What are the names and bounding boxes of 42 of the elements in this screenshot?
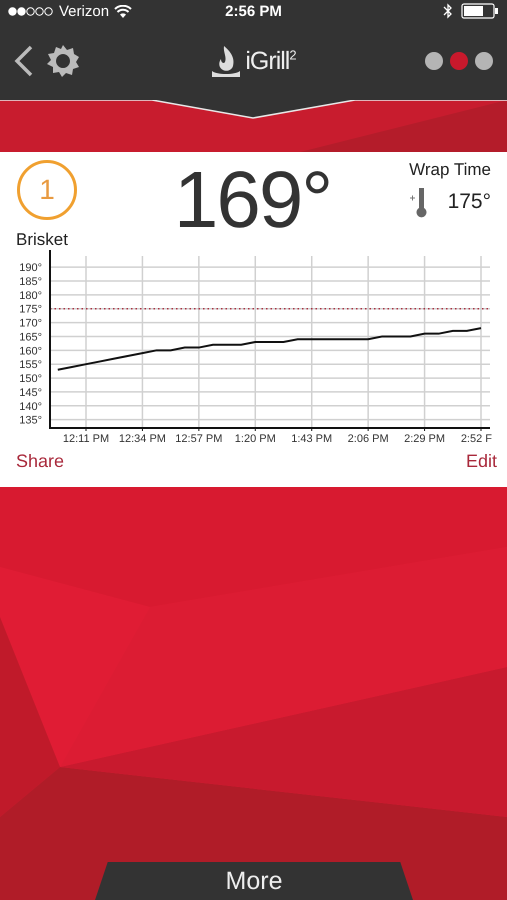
- probe-number: 1: [17, 160, 77, 220]
- clock-time: 2:56 PM: [225, 2, 282, 20]
- y-axis-label: 140°: [19, 400, 42, 413]
- edit-link[interactable]: Edit: [466, 451, 497, 472]
- alarm-label: Wrap Time: [409, 160, 491, 180]
- page-dot[interactable]: [450, 52, 468, 70]
- back-icon[interactable]: [14, 45, 34, 77]
- y-axis-label: 170°: [19, 318, 42, 330]
- thermometer-icon: [410, 186, 428, 218]
- gear-icon[interactable]: [46, 44, 80, 78]
- x-axis-label: 12:57 PM: [175, 433, 222, 445]
- x-axis-label: 2:52 F: [460, 433, 492, 445]
- alarm-temperature: 175°: [448, 190, 491, 214]
- flame-icon: [211, 44, 242, 78]
- carrier-name: Verizon: [59, 2, 110, 20]
- x-axis-label: 1:20 PM: [234, 433, 276, 445]
- x-axis-label: 2:29 PM: [404, 433, 446, 445]
- page-dot[interactable]: [475, 52, 493, 70]
- y-axis-label: 155°: [19, 359, 42, 372]
- y-axis-label: 190°: [19, 262, 42, 274]
- battery-icon: [461, 3, 499, 19]
- more-button[interactable]: More: [95, 862, 413, 900]
- x-axis-label: 2:06 PM: [348, 433, 389, 445]
- y-axis-label: 160°: [19, 345, 42, 358]
- y-axis-label: 150°: [19, 373, 42, 386]
- y-axis-label: 185°: [19, 276, 42, 288]
- x-axis-label: 12:11 PM: [62, 433, 110, 445]
- share-link[interactable]: Share: [16, 451, 64, 472]
- x-axis-label: 1:43 PM: [291, 433, 332, 445]
- y-axis-label: 180°: [19, 290, 42, 302]
- signal-icon: [8, 6, 54, 16]
- y-axis-label: 135°: [19, 414, 42, 427]
- app-title: iGrill$^{2}$: [245, 46, 296, 76]
- y-axis-label: 145°: [19, 386, 42, 399]
- y-axis-label: 165°: [19, 331, 42, 344]
- x-axis-label: 12:34 PM: [118, 433, 166, 445]
- current-temperature: 169°: [174, 155, 332, 244]
- page-dot[interactable]: [425, 52, 443, 70]
- bluetooth-icon: [443, 3, 453, 19]
- y-axis-label: 175°: [19, 304, 42, 316]
- wifi-icon: [114, 4, 132, 18]
- probe-name: Brisket: [16, 230, 69, 250]
